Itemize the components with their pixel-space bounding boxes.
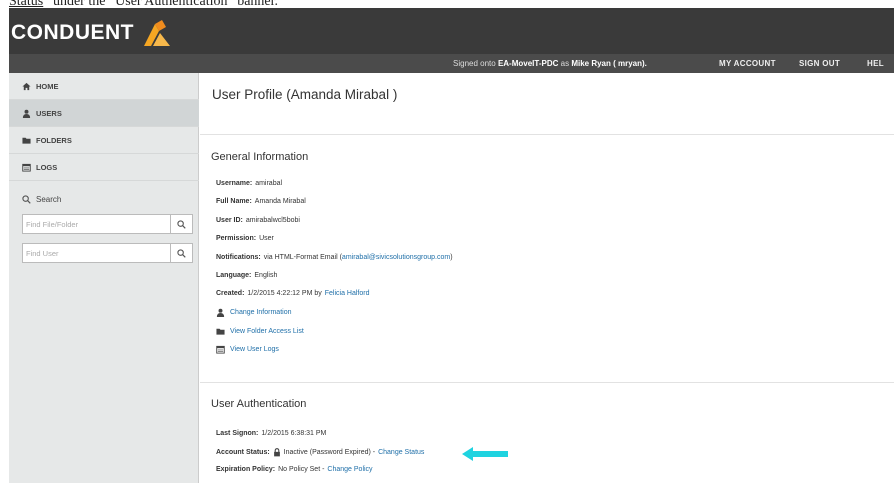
username-row: Username: amirabal — [216, 180, 283, 187]
last-signon-row: Last Signon: 1/2/2015 6:38:31 PM — [216, 430, 327, 437]
general-information-heading: General Information — [211, 151, 309, 163]
user-logs-row: View User Logs — [216, 345, 279, 354]
calendar-icon — [22, 163, 31, 172]
created-row: Created: 1/2/2015 4:22:12 PM by Felicia Ha… — [216, 290, 370, 297]
find-user-input[interactable] — [23, 244, 169, 262]
search-heading: Search — [22, 195, 61, 204]
logo-text: CONDUENT — [11, 21, 134, 44]
divider — [200, 382, 894, 383]
user-id-row: User ID: amirabalwcl5bobi — [216, 217, 300, 224]
user-icon — [216, 308, 225, 317]
account-status-row: Account Status: Inactive (Password Expir… — [216, 448, 425, 457]
user-icon — [22, 109, 31, 118]
find-file-folder-button[interactable] — [170, 215, 192, 233]
view-user-logs-link[interactable]: View User Logs — [230, 346, 279, 353]
folder-icon — [216, 327, 225, 336]
find-user-button[interactable] — [170, 244, 192, 262]
document-caption: Status” under the “User Authentication” … — [9, 0, 278, 9]
find-user-box — [22, 243, 193, 263]
notifications-row: Notifications: via HTML-Format Email (ami… — [216, 254, 453, 261]
lock-icon — [273, 448, 282, 457]
user-authentication-heading: User Authentication — [211, 398, 307, 410]
home-icon — [22, 82, 31, 91]
view-folder-access-link[interactable]: View Folder Access List — [230, 328, 304, 335]
notification-email-link[interactable]: amirabal@sivicsolutionsgroup.com — [342, 254, 450, 261]
account-bar: Signed onto EA-MoveIT-PDC as Mike Ryan (… — [9, 54, 894, 73]
folder-icon — [22, 136, 31, 145]
search-icon — [177, 219, 186, 229]
help-link[interactable]: HEL — [867, 59, 884, 68]
main-content: User Profile (Amanda Mirabal ) General I… — [200, 73, 894, 483]
signed-on-text: Signed onto EA-MoveIT-PDC as Mike Ryan (… — [453, 59, 647, 68]
sidebar-item-label: HOME — [36, 81, 59, 91]
folder-access-row: View Folder Access List — [216, 327, 304, 336]
sidebar-item-home[interactable]: HOME — [9, 73, 199, 100]
search-label: Search — [36, 195, 62, 204]
sidebar-item-label: LOGS — [36, 162, 58, 172]
annotation-arrow-icon — [462, 447, 508, 461]
change-policy-link[interactable]: Change Policy — [327, 466, 372, 473]
my-account-link[interactable]: MY ACCOUNT — [719, 59, 776, 68]
divider — [200, 134, 894, 135]
change-status-link[interactable]: Change Status — [378, 449, 424, 456]
calendar-icon — [216, 345, 225, 354]
page-title: User Profile (Amanda Mirabal ) — [212, 87, 398, 102]
permission-row: Permission: User — [216, 235, 274, 242]
sidebar-item-folders[interactable]: FOLDERS — [9, 127, 199, 154]
conduent-logo: CONDUENT — [11, 18, 174, 48]
change-information-row: Change Information — [216, 308, 291, 317]
created-by-link[interactable]: Felicia Halford — [325, 290, 370, 297]
change-information-link[interactable]: Change Information — [230, 309, 291, 316]
sidebar-item-users[interactable]: USERS — [9, 100, 199, 127]
search-icon — [177, 248, 186, 258]
search-icon — [22, 195, 31, 204]
sidebar-item-label: USERS — [36, 108, 62, 118]
sidebar-item-logs[interactable]: LOGS — [9, 154, 199, 181]
logo-mark-icon — [144, 20, 170, 46]
sidebar: HOME USERS FOLDERS LOGS Search — [9, 73, 199, 483]
sign-out-link[interactable]: SIGN OUT — [799, 59, 840, 68]
sidebar-item-label: FOLDERS — [36, 135, 72, 145]
expiration-policy-row: Expiration Policy: No Policy Set - Change … — [216, 466, 373, 473]
find-file-folder-box — [22, 214, 193, 234]
full-name-row: Full Name: Amanda Mirabal — [216, 198, 306, 205]
language-row: Language: English — [216, 272, 278, 279]
find-file-folder-input[interactable] — [23, 215, 169, 233]
top-header: CONDUENT — [9, 8, 894, 54]
